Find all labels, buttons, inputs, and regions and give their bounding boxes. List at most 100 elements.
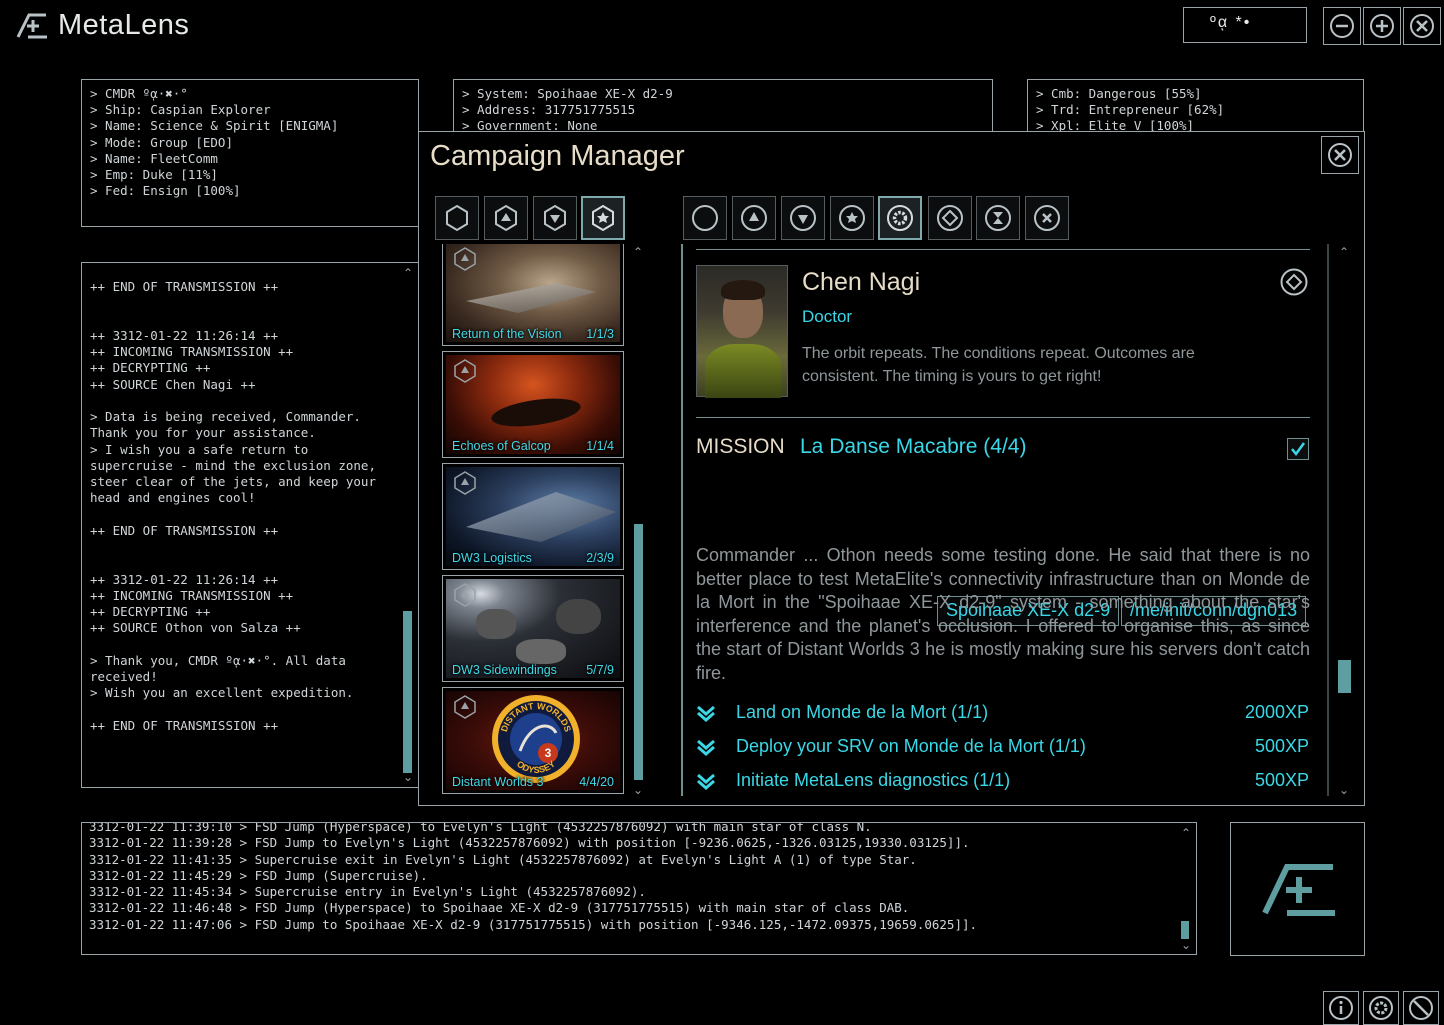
rank-info-panel: > Cmb: Dangerous [55%] > Trd: Entreprene…	[1027, 79, 1364, 132]
journal-log-text: 3312-01-22 11:39:10 > FSD Jump (Hyperspa…	[89, 822, 978, 932]
campaign-card-echoes-of-galcop[interactable]: Echoes of Galcop 1/1/4	[442, 351, 624, 458]
chevron-check-icon	[697, 773, 715, 790]
campaign-progress: 5/7/9	[586, 663, 614, 677]
commander-name: ºᾳ *•	[1210, 14, 1252, 31]
hourglass-icon	[985, 205, 1011, 231]
disable-button[interactable]	[1403, 991, 1439, 1025]
mission-name: La Danse Macabre (4/4)	[800, 435, 1027, 458]
hexagon-badge-icon	[454, 247, 476, 271]
transmission-scrollbar[interactable]	[403, 611, 412, 773]
detail-scroll-track	[1327, 244, 1329, 796]
hexagon-badge-icon	[454, 583, 476, 607]
filter-missions-hourglass-button[interactable]	[976, 196, 1020, 240]
campaign-card-distant-worlds-3[interactable]: DISTANT WORLDS ODYSSEY 3 Distant Worlds …	[442, 687, 624, 794]
maximize-button[interactable]	[1363, 7, 1401, 45]
journal-scrollbar[interactable]	[1181, 921, 1189, 939]
gear-icon	[887, 205, 913, 231]
close-icon	[1328, 143, 1352, 167]
mission-complete-checkbox[interactable]	[1287, 438, 1309, 460]
info-button[interactable]	[1323, 991, 1359, 1025]
hexagon-icon	[446, 204, 468, 232]
divider	[696, 249, 1310, 250]
close-icon	[1410, 14, 1434, 38]
system-info-panel: > System: Spoihaae XE-X d2-9 > Address: …	[453, 79, 993, 132]
campaign-card-dw3-sidewindings[interactable]: DW3 Sidewindings 5/7/9	[442, 575, 624, 682]
journal-scroll-up-icon[interactable]: ⌃	[1181, 827, 1191, 839]
transmission-log-panel[interactable]: ++ END OF TRANSMISSION ++ ++ 3312-01-22 …	[81, 262, 419, 788]
scroll-down-icon[interactable]: ⌄	[403, 771, 413, 783]
divider	[696, 417, 1310, 418]
filter-missions-up-button[interactable]	[732, 196, 776, 240]
campaign-progress: 2/3/9	[586, 551, 614, 565]
campaign-scroll-up-icon[interactable]: ⌃	[633, 246, 643, 258]
triangle-up-icon	[741, 205, 767, 231]
maximize-icon	[1370, 14, 1394, 38]
circle-icon	[692, 205, 718, 231]
campaign-name: DW3 Logistics	[452, 551, 532, 565]
distant-worlds-emblem: DISTANT WORLDS ODYSSEY 3	[492, 695, 580, 783]
detail-scrollbar[interactable]	[1338, 660, 1351, 693]
campaign-scroll-down-icon[interactable]: ⌄	[633, 784, 643, 796]
journal-log-panel[interactable]: 3312-01-22 11:39:10 > FSD Jump (Hyperspa…	[81, 822, 1197, 955]
triangle-down-icon	[790, 205, 816, 231]
checkmark-icon	[1291, 442, 1306, 457]
minimize-button[interactable]	[1323, 7, 1361, 45]
objective-xp: 2000XP	[1244, 702, 1309, 722]
diamond-icon	[937, 205, 963, 231]
triangle-up-icon	[495, 204, 517, 232]
campaign-name: Echoes of Galcop	[452, 439, 551, 453]
campaign-card-dw3-logistics[interactable]: DW3 Logistics 2/3/9	[442, 463, 624, 570]
objective-label: Initiate MetaLens diagnostics (1/1)	[736, 770, 1011, 790]
campaign-name: Distant Worlds 3	[452, 775, 544, 789]
filter-missions-diamond-button[interactable]	[928, 196, 972, 240]
title-bar: MetaLens ºᾳ *•	[0, 0, 1444, 52]
campaign-name: Return of the Vision	[452, 327, 562, 341]
star-icon	[839, 205, 865, 231]
filter-missions-star-button[interactable]	[830, 196, 874, 240]
filter-all-campaigns-button[interactable]	[435, 196, 479, 240]
campaign-list[interactable]: Return of the Vision 1/1/3 Echoes of Gal…	[419, 244, 659, 796]
filter-missions-all-button[interactable]	[683, 196, 727, 240]
mission-label: MISSION	[696, 435, 785, 458]
journal-scroll-down-icon[interactable]: ⌄	[1181, 939, 1191, 951]
filter-missions-down-button[interactable]	[781, 196, 825, 240]
filter-missions-gear-button[interactable]	[878, 196, 922, 240]
campaign-card-return-of-the-vision[interactable]: Return of the Vision 1/1/3	[442, 244, 624, 346]
campaign-scrollbar[interactable]	[634, 524, 643, 780]
campaign-progress: 1/1/4	[586, 439, 614, 453]
disable-icon	[1409, 996, 1433, 1020]
objective-label: Land on Monde de la Mort (1/1)	[736, 702, 989, 722]
hexagon-badge-icon	[454, 359, 476, 383]
filter-missions-failed-button[interactable]	[1025, 196, 1069, 240]
objective-xp: 500XP	[1254, 770, 1309, 790]
settings-button[interactable]	[1363, 991, 1399, 1025]
objective-xp: 500XP	[1254, 736, 1309, 756]
commander-name-field: ºᾳ *•	[1183, 7, 1307, 43]
hexagon-badge-icon	[454, 471, 476, 495]
close-button[interactable]	[1403, 7, 1441, 45]
detail-divider	[681, 244, 683, 796]
emblem-number: 3	[545, 746, 552, 760]
dialog-close-button[interactable]	[1321, 136, 1359, 174]
contact-portrait	[696, 265, 788, 398]
objective-row: Initiate MetaLens diagnostics (1/1) 500X…	[696, 770, 1309, 796]
cross-icon	[1034, 205, 1060, 231]
filter-campaigns-up-button[interactable]	[484, 196, 528, 240]
objective-label: Deploy your SRV on Monde de la Mort (1/1…	[736, 736, 1086, 756]
objective-row: Deploy your SRV on Monde de la Mort (1/1…	[696, 736, 1309, 762]
contact-name: Chen Nagi	[802, 268, 921, 296]
scroll-up-icon[interactable]: ⌃	[403, 267, 413, 279]
filter-campaigns-down-button[interactable]	[533, 196, 577, 240]
contact-role: Doctor	[802, 307, 853, 326]
mission-description: Commander ... Othon needs some testing d…	[696, 545, 1310, 683]
commander-info-panel: > CMDR ºᾳ·✖·° > Ship: Caspian Explorer >…	[81, 79, 419, 227]
detail-scroll-down-icon[interactable]: ⌄	[1339, 784, 1349, 796]
info-icon	[1329, 996, 1353, 1020]
mission-status-diamond-icon	[1280, 268, 1308, 296]
settings-icon	[1369, 996, 1393, 1020]
logo-panel	[1230, 822, 1365, 956]
detail-scroll-up-icon[interactable]: ⌃	[1339, 246, 1349, 258]
metalens-logo-icon	[16, 13, 47, 39]
campaign-progress: 1/1/3	[586, 327, 614, 341]
filter-campaigns-star-button[interactable]	[581, 196, 625, 240]
